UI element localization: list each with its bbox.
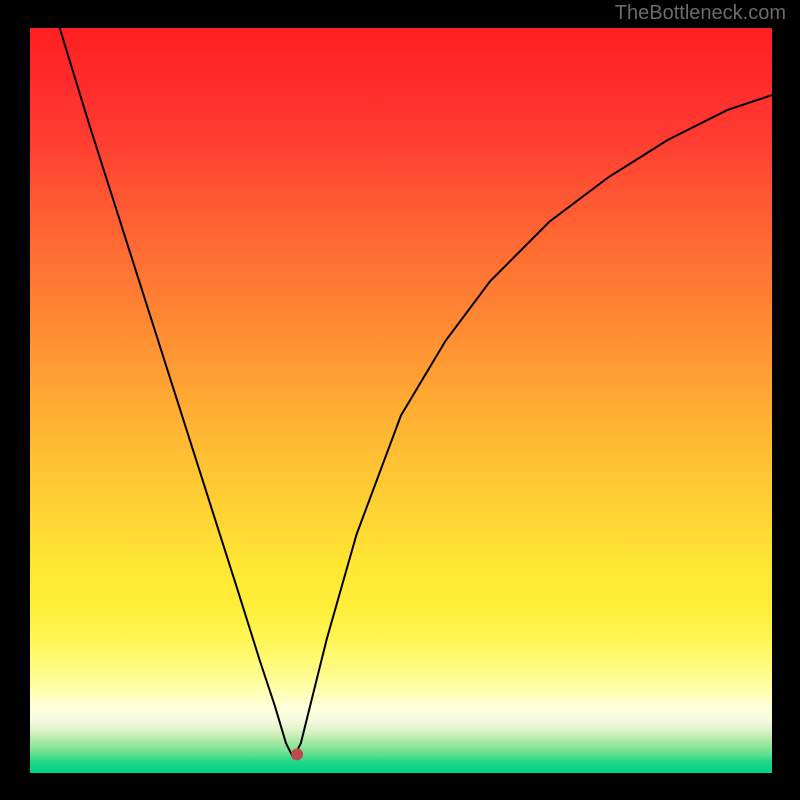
watermark-text: TheBottleneck.com <box>615 2 786 25</box>
plot-area <box>30 28 772 773</box>
chart-container: TheBottleneck.com <box>0 0 800 800</box>
minimum-marker <box>291 748 303 760</box>
bottleneck-curve <box>60 28 772 758</box>
curve-svg <box>30 28 772 773</box>
